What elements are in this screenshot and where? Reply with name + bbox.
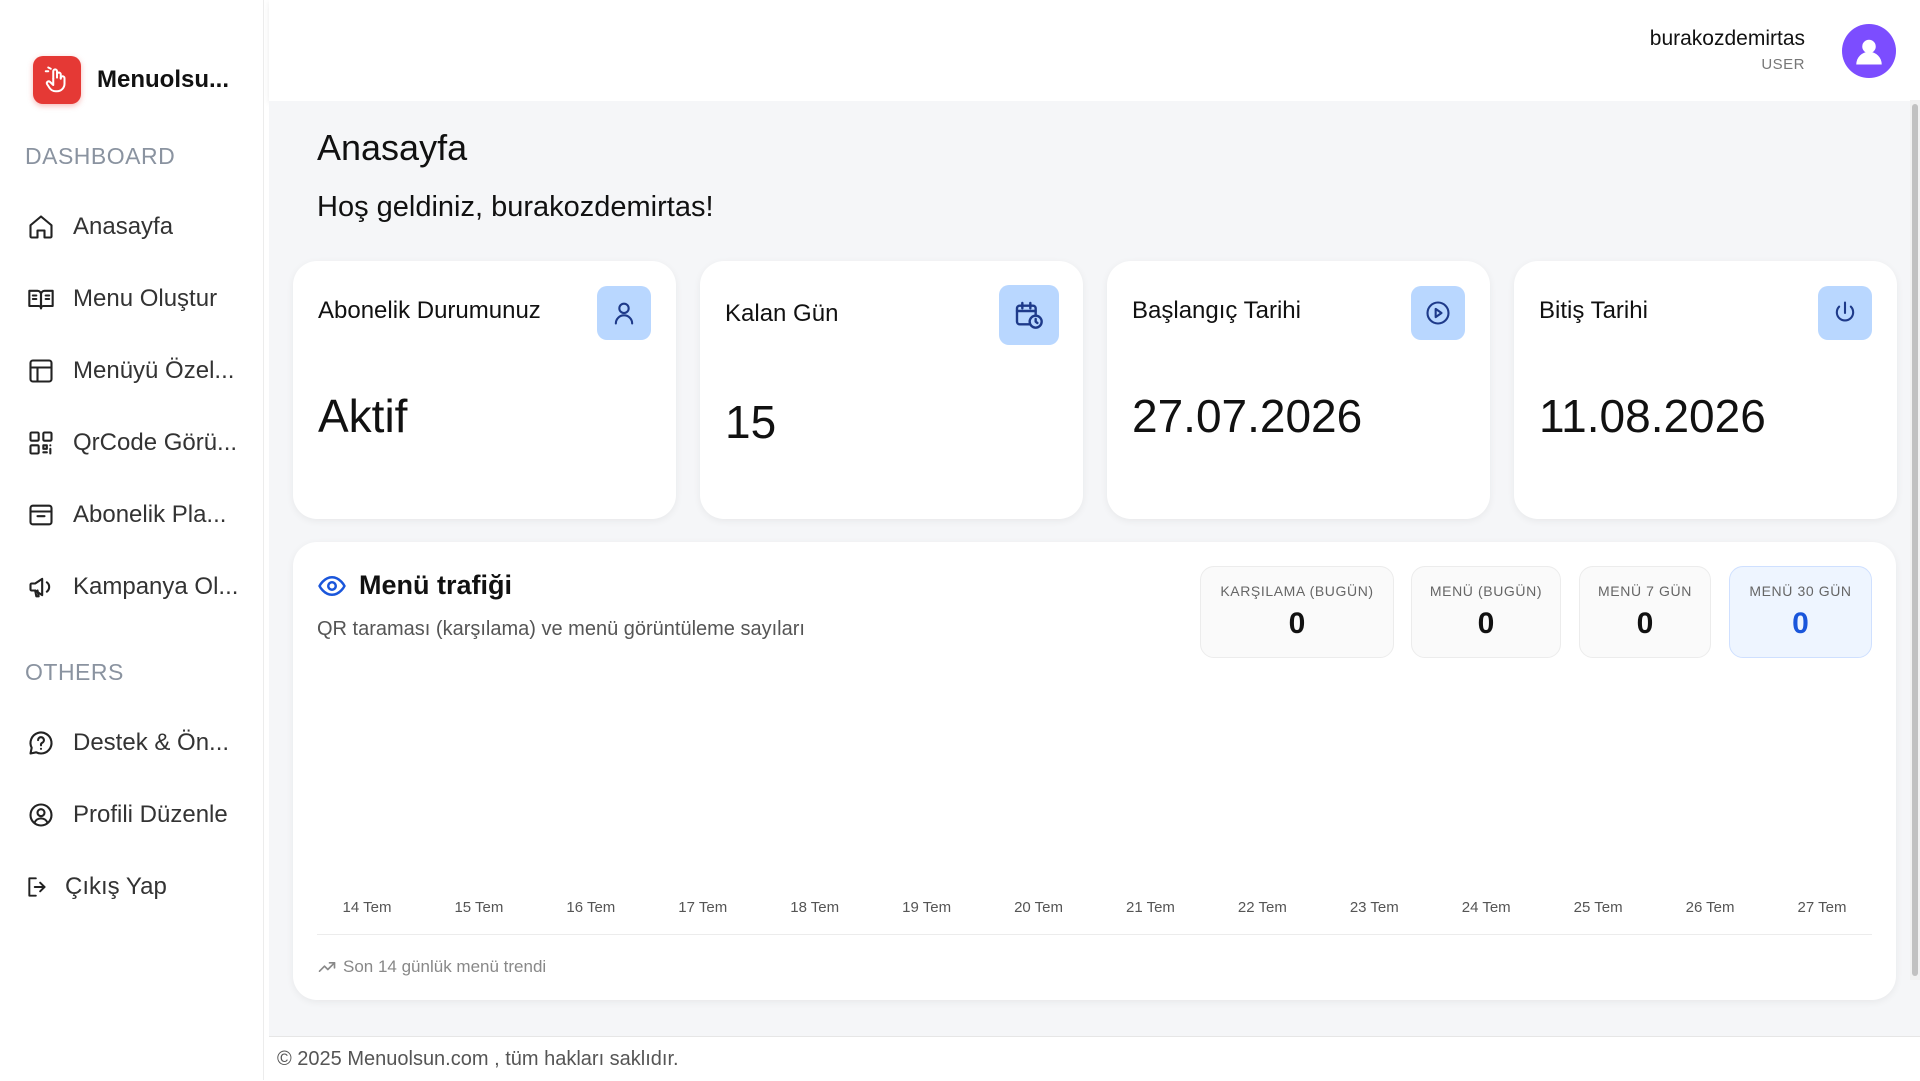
menu-traffic-card: Menü trafiği QR taraması (karşılama) ve … — [293, 542, 1896, 1000]
home-icon — [25, 211, 57, 243]
x-tick-label: 18 Tem — [790, 899, 840, 916]
user-name: burakozdemirtas — [1649, 27, 1805, 50]
metric-value: 0 — [1477, 607, 1495, 640]
footer-copyright: © 2025 Menuolsun.com , tüm hakları saklı… — [277, 1047, 679, 1070]
section-label-dashboard: DASHBOARD — [25, 143, 176, 169]
footer: © 2025 Menuolsun.com , tüm hakları saklı… — [269, 1036, 1920, 1081]
metric-label: MENÜ 30 GÜN — [1749, 583, 1852, 599]
archive-icon — [25, 499, 57, 531]
sidebar-item-anasayfa[interactable]: Anasayfa — [25, 203, 245, 251]
megaphone-icon — [25, 571, 57, 603]
metric-menu-7-days: MENÜ 7 GÜN 0 — [1579, 566, 1711, 658]
avatar[interactable] — [1842, 24, 1896, 78]
sidebar-item-menuyu-ozellestir[interactable]: Menüyü Özel... — [25, 347, 245, 395]
metric-welcome-today: KARŞILAMA (BUGÜN) 0 — [1200, 566, 1394, 658]
hand-logo-icon — [33, 56, 81, 104]
metric-value: 0 — [1288, 607, 1306, 640]
stat-value: 11.08.2026 — [1539, 390, 1766, 442]
scrollbar[interactable] — [1910, 100, 1920, 980]
metric-value: 0 — [1792, 607, 1809, 640]
metric-value: 0 — [1636, 607, 1654, 640]
sidebar-item-label: Menu Oluştur — [73, 285, 218, 312]
stat-label: Kalan Gün — [725, 300, 839, 327]
stat-value: Aktif — [318, 390, 408, 442]
user-circle-icon — [25, 799, 57, 831]
metric-label: MENÜ (BUGÜN) — [1429, 583, 1543, 599]
x-tick-label: 19 Tem — [902, 899, 952, 916]
sidebar-item-destek[interactable]: Destek & Ön... — [25, 719, 245, 767]
x-tick-label: 25 Tem — [1573, 899, 1623, 916]
sidebar-item-label: Anasayfa — [73, 213, 174, 240]
stat-value: 27.07.2026 — [1132, 390, 1363, 442]
scrollbar-thumb[interactable] — [1912, 104, 1918, 976]
layout-icon — [25, 355, 57, 387]
brand-name: Menuolsu... — [97, 66, 229, 93]
sidebar-item-label: Profili Düzenle — [73, 801, 228, 828]
metric-label: KARŞILAMA (BUGÜN) — [1220, 583, 1374, 599]
x-tick-label: 17 Tem — [678, 899, 728, 916]
sidebar-item-label: Destek & Ön... — [73, 729, 230, 756]
stat-card-subscription: Abonelik Durumunuz Aktif — [293, 261, 676, 519]
power-icon — [1818, 286, 1872, 340]
sidebar-item-label: Kampanya Ol... — [73, 573, 239, 600]
sidebar-item-cikis-yap[interactable]: Çıkış Yap — [25, 863, 245, 911]
logout-icon — [25, 871, 51, 903]
stat-label: Abonelik Durumunuz — [318, 297, 541, 324]
sidebar-item-menu-olustur[interactable]: Menu Oluştur — [25, 275, 245, 323]
metric-menu-today: MENÜ (BUGÜN) 0 — [1411, 566, 1561, 658]
stat-value: 15 — [725, 396, 777, 448]
sidebar-item-profili-duzenle[interactable]: Profili Düzenle — [25, 791, 245, 839]
top-bar: burakozdemirtas USER — [269, 0, 1920, 101]
play-circle-icon — [1411, 286, 1465, 340]
stat-label: Başlangıç Tarihi — [1132, 297, 1301, 324]
sidebar-item-label: Menüyü Özel... — [73, 357, 235, 384]
brand[interactable]: Menuolsu... — [33, 56, 229, 104]
metric-label: MENÜ 7 GÜN — [1598, 583, 1692, 599]
x-tick-label: 14 Tem — [342, 899, 392, 916]
user-icon — [597, 286, 651, 340]
x-tick-label: 23 Tem — [1349, 899, 1399, 916]
avatar-user-icon — [1856, 39, 1882, 65]
traffic-title-row: Menü trafiği — [317, 570, 512, 601]
stat-card-end-date: Bitiş Tarihi 11.08.2026 — [1514, 261, 1897, 519]
welcome-message: Hoş geldiniz, burakozdemirtas! — [317, 191, 714, 223]
section-label-others: OTHERS — [25, 659, 124, 685]
eye-icon — [318, 575, 346, 596]
calendar-clock-icon — [999, 285, 1059, 345]
divider — [317, 934, 1872, 935]
traffic-title: Menü trafiği — [359, 570, 512, 600]
x-tick-label: 22 Tem — [1237, 899, 1287, 916]
traffic-chart — [317, 672, 1872, 862]
book-icon — [25, 283, 57, 315]
user-role: USER — [1761, 56, 1805, 73]
sidebar-item-abonelik-planlari[interactable]: Abonelik Pla... — [25, 491, 245, 539]
stat-label: Bitiş Tarihi — [1539, 297, 1648, 324]
stat-card-remaining-days: Kalan Gün 15 — [700, 261, 1083, 519]
chart-x-axis: 14 Tem 15 Tem 16 Tem 17 Tem 18 Tem 19 Tem 20 T… — [317, 899, 1872, 919]
x-tick-label: 26 Tem — [1685, 899, 1735, 916]
sidebar: Menuolsu... DASHBOARD Anasayfa Menu Oluş… — [0, 0, 264, 1080]
x-tick-label: 27 Tem — [1797, 899, 1847, 916]
sidebar-item-qrcode[interactable]: QrCode Görü... — [25, 419, 245, 467]
sidebar-item-label: Çıkış Yap — [65, 873, 167, 900]
x-tick-label: 16 Tem — [566, 899, 616, 916]
sidebar-item-kampanya[interactable]: Kampanya Ol... — [25, 563, 245, 611]
qrcode-icon — [25, 427, 57, 459]
traffic-subtitle: QR taraması (karşılama) ve menü görüntül… — [317, 618, 805, 640]
x-tick-label: 21 Tem — [1125, 899, 1175, 916]
x-tick-label: 15 Tem — [454, 899, 504, 916]
metric-menu-30-days: MENÜ 30 GÜN 0 — [1729, 566, 1872, 658]
stat-card-start-date: Başlangıç Tarihi 27.07.2026 — [1107, 261, 1490, 519]
trending-up-icon — [318, 962, 336, 972]
x-tick-label: 20 Tem — [1014, 899, 1063, 916]
help-icon — [25, 727, 57, 759]
trend-footer: Son 14 günlük menü trendi — [317, 957, 546, 977]
page-title: Anasayfa — [317, 127, 468, 168]
sidebar-item-label: Abonelik Pla... — [73, 501, 227, 528]
trend-label: Son 14 günlük menü trendi — [343, 957, 547, 976]
main-content: Anasayfa Hoş geldiniz, burakozdemirtas! … — [269, 101, 1920, 1036]
x-tick-label: 24 Tem — [1461, 899, 1511, 916]
sidebar-item-label: QrCode Görü... — [73, 429, 238, 456]
